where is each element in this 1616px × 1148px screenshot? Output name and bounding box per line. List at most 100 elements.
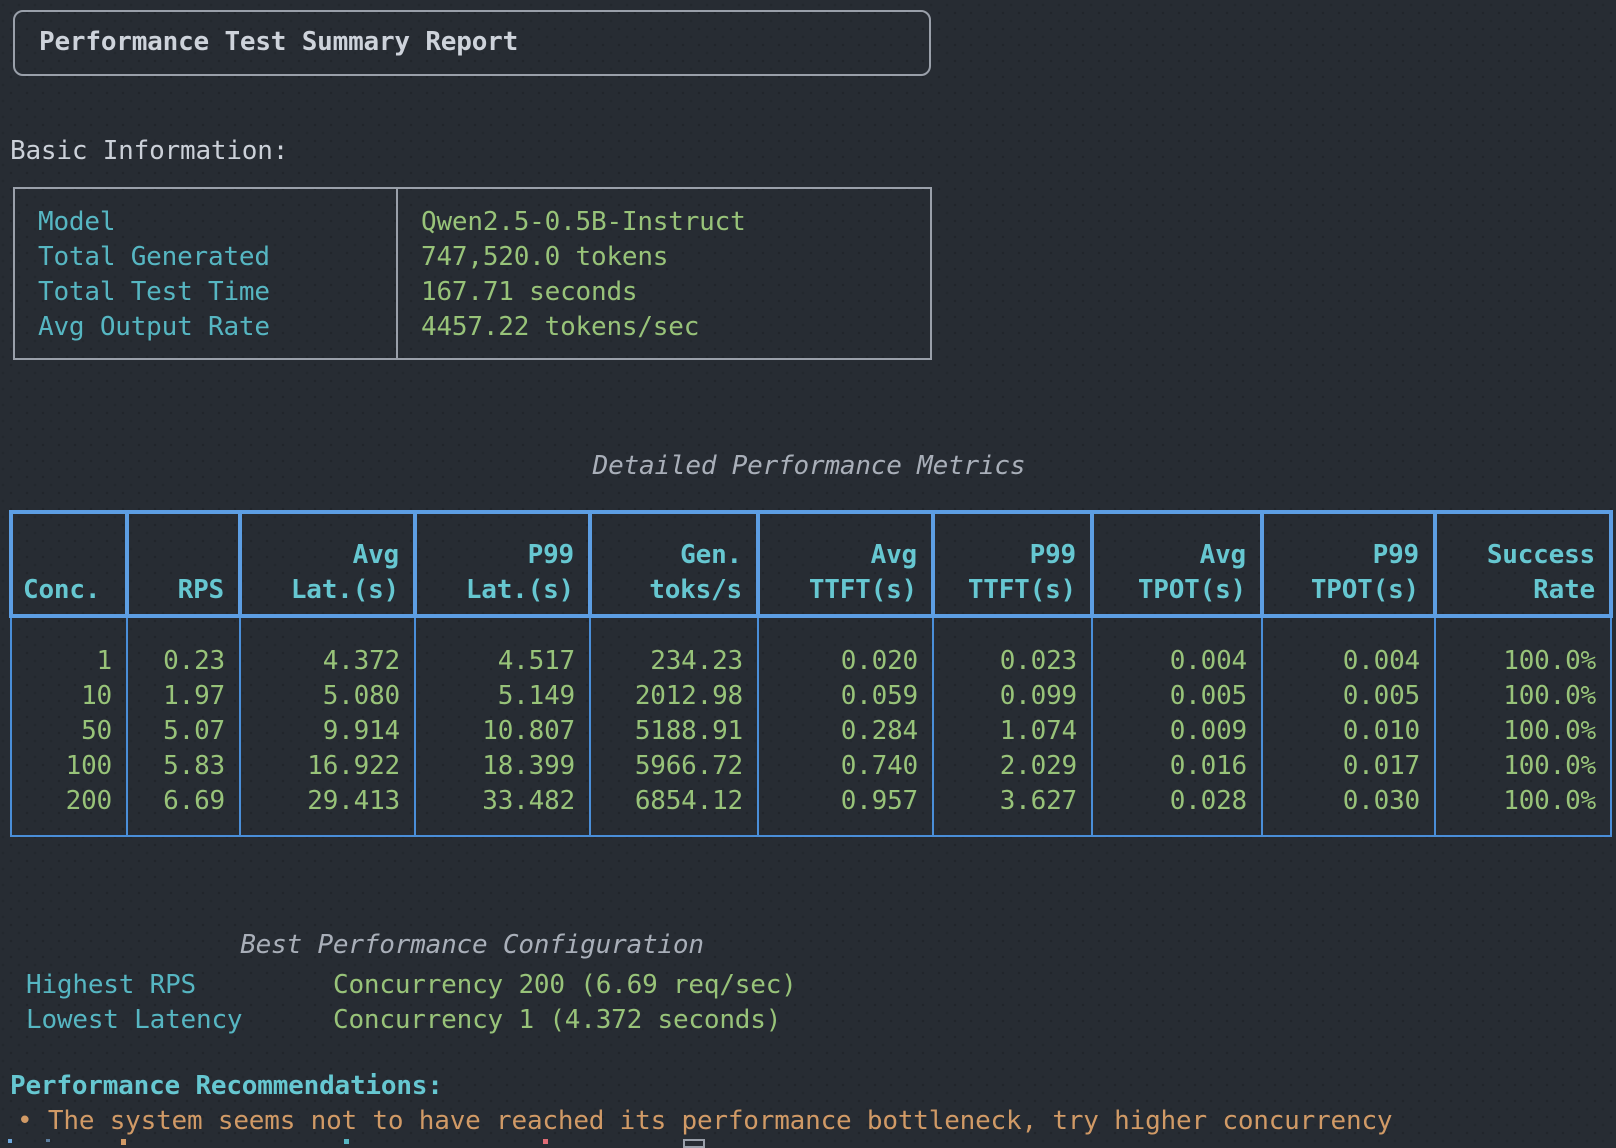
cell: 2.029 [933,749,1092,784]
cell: 100.0% [1435,784,1611,836]
table-row: 101.975.0805.1492012.980.0590.0990.0050.… [11,679,1611,714]
table-row: 1005.8316.92218.3995966.720.7402.0290.01… [11,749,1611,784]
basic-info-value: Qwen2.5-0.5B-Instruct [398,205,930,240]
cell: 100.0% [1435,679,1611,714]
best-config-row-lowest-latency: Lowest Latency Concurrency 1 (4.372 seco… [0,1003,960,1038]
cell: 0.028 [1092,784,1262,836]
cell: 0.957 [758,784,933,836]
metrics-table-caption: Detailed Performance Metrics [9,449,1609,484]
recommendation-item: • The system seems not to have reached i… [17,1104,1392,1139]
cell: 100 [11,749,127,784]
cell: 234.23 [590,616,758,679]
cell: 1.074 [933,714,1092,749]
clipped-char-fragment [46,1139,50,1142]
cell: 16.922 [240,749,415,784]
clipped-char-fragment [121,1139,126,1145]
cell: 50 [11,714,127,749]
cell: 100.0% [1435,714,1611,749]
table-row: 505.079.91410.8075188.910.2841.0740.0090… [11,714,1611,749]
metrics-table-header: Conc. RPS AvgLat.(s) P99Lat.(s) Gen.toks… [11,512,1611,616]
cell: 0.284 [758,714,933,749]
basic-info-label: Total Test Time [15,275,396,310]
col-header-gen-toks: Gen.toks/s [590,512,758,616]
cell: 2012.98 [590,679,758,714]
cell: 5.149 [415,679,590,714]
col-header-p99-ttft: P99TTFT(s) [933,512,1092,616]
cell: 18.399 [415,749,590,784]
best-config-value: Concurrency 1 (4.372 seconds) [333,1003,781,1038]
basic-info-label: Avg Output Rate [15,310,396,345]
report-title: Performance Test Summary Report [15,12,929,72]
cell: 0.059 [758,679,933,714]
basic-info-heading: Basic Information: [10,134,288,169]
clipped-char-fragment [344,1139,349,1144]
clipped-char-fragment [543,1139,548,1144]
clipped-text-line [0,1139,1616,1148]
cell: 3.627 [933,784,1092,836]
basic-info-box: Model Total Generated Total Test Time Av… [13,187,932,360]
best-config-label: Highest RPS [26,968,196,1003]
cell: 33.482 [415,784,590,836]
table-row: 2006.6929.41333.4826854.120.9573.6270.02… [11,784,1611,836]
cell: 5.83 [127,749,240,784]
cell: 0.009 [1092,714,1262,749]
cell: 6.69 [127,784,240,836]
col-header-success-rate: SuccessRate [1435,512,1611,616]
cell: 0.099 [933,679,1092,714]
cell: 0.016 [1092,749,1262,784]
best-config-label: Lowest Latency [26,1003,242,1038]
basic-info-values-column: Qwen2.5-0.5B-Instruct 747,520.0 tokens 1… [398,189,930,358]
cell: 5.07 [127,714,240,749]
recommendations-heading: Performance Recommendations: [10,1069,443,1104]
cell: 10.807 [415,714,590,749]
best-config-value: Concurrency 200 (6.69 req/sec) [333,968,797,1003]
col-header-p99-lat: P99Lat.(s) [415,512,590,616]
header-row: Conc. RPS AvgLat.(s) P99Lat.(s) Gen.toks… [11,512,1611,616]
cell: 29.413 [240,784,415,836]
cell: 0.023 [933,616,1092,679]
terminal-screen: Performance Test Summary Report Basic In… [0,0,1616,1148]
col-header-p99-tpot: P99TPOT(s) [1262,512,1435,616]
cell: 1.97 [127,679,240,714]
cell: 4.517 [415,616,590,679]
report-title-panel: Performance Test Summary Report [13,10,931,76]
col-header-avg-tpot: AvgTPOT(s) [1092,512,1262,616]
basic-info-label: Model [15,205,396,240]
cell: 1 [11,616,127,679]
table-row: 10.234.3724.517234.230.0200.0230.0040.00… [11,616,1611,679]
basic-info-value: 167.71 seconds [398,275,930,310]
cell: 6854.12 [590,784,758,836]
cell: 0.740 [758,749,933,784]
cell: 5966.72 [590,749,758,784]
cell: 5188.91 [590,714,758,749]
cell: 0.005 [1262,679,1435,714]
clipped-char-fragment [8,1139,12,1143]
cell: 0.005 [1092,679,1262,714]
cell: 9.914 [240,714,415,749]
basic-info-value: 4457.22 tokens/sec [398,310,930,345]
cell: 0.017 [1262,749,1435,784]
basic-info-labels-column: Model Total Generated Total Test Time Av… [15,189,398,358]
clipped-char-fragment [683,1139,705,1148]
metrics-table-body: 10.234.3724.517234.230.0200.0230.0040.00… [11,616,1611,836]
metrics-table: Conc. RPS AvgLat.(s) P99Lat.(s) Gen.toks… [9,510,1613,837]
cell: 5.080 [240,679,415,714]
cell: 100.0% [1435,616,1611,679]
cell: 100.0% [1435,749,1611,784]
cell: 10 [11,679,127,714]
cell: 0.23 [127,616,240,679]
basic-info-label: Total Generated [15,240,396,275]
best-config-caption: Best Performance Configuration [13,928,931,963]
cell: 0.004 [1092,616,1262,679]
col-header-conc: Conc. [11,512,127,616]
cell: 0.010 [1262,714,1435,749]
cell: 0.030 [1262,784,1435,836]
col-header-rps: RPS [127,512,240,616]
cell: 0.020 [758,616,933,679]
cell: 4.372 [240,616,415,679]
col-header-avg-lat: AvgLat.(s) [240,512,415,616]
basic-info-value: 747,520.0 tokens [398,240,930,275]
best-config-row-highest-rps: Highest RPS Concurrency 200 (6.69 req/se… [0,968,960,1003]
cell: 0.004 [1262,616,1435,679]
col-header-avg-ttft: AvgTTFT(s) [758,512,933,616]
